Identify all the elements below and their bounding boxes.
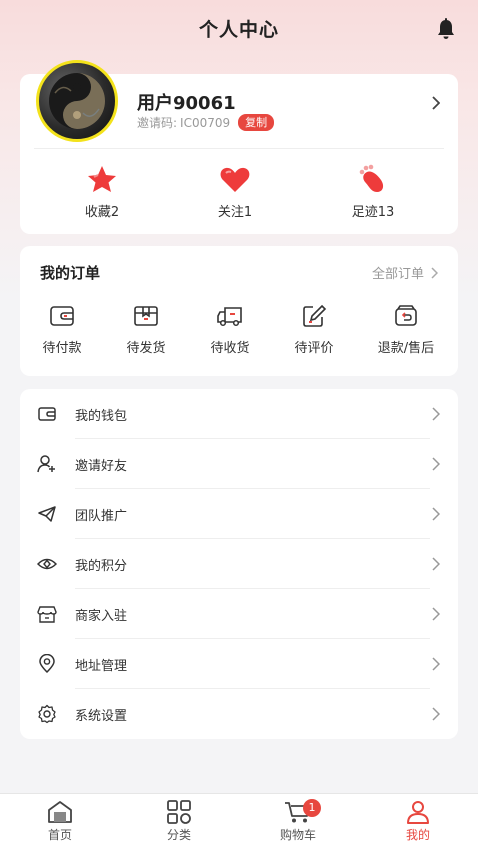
menu-label: 邀请好友 — [75, 459, 128, 474]
order-label: 待评价 — [294, 341, 334, 356]
menu-label: 我的积分 — [75, 559, 128, 574]
location-icon — [39, 654, 55, 674]
order-label: 待发货 — [126, 341, 166, 356]
refund-icon — [395, 305, 417, 326]
stat-follows[interactable]: 关注1 — [175, 164, 295, 220]
chevron-right-icon[interactable] — [432, 96, 440, 110]
order-label: 待收货 — [210, 341, 250, 356]
menu-item-settings[interactable]: 系统设置 — [20, 689, 458, 739]
chevron-right-icon — [432, 507, 440, 521]
menu-label: 地址管理 — [75, 659, 128, 674]
bottom-tab-bar: 首页 分类 1 购物车 我的 — [0, 793, 478, 851]
order-pending-review[interactable]: 待评价 — [274, 304, 354, 356]
orders-card: 我的订单 全部订单 待付款 待发货 待收货 待评价 退款/售后 — [20, 246, 458, 376]
stat-label: 足迹13 — [351, 205, 395, 220]
invite-label: 邀请码: — [137, 116, 178, 130]
page-header: 个人中心 — [0, 0, 478, 56]
add-user-icon — [37, 455, 55, 473]
copy-button[interactable]: 复制 — [238, 114, 275, 131]
order-label: 退款/售后 — [377, 341, 435, 356]
profile-divider — [34, 148, 444, 149]
bell-icon[interactable] — [436, 18, 456, 40]
tab-label: 购物车 — [279, 828, 316, 842]
menu-item-points[interactable]: 我的积分 — [20, 539, 458, 589]
menu-item-invite[interactable]: 邀请好友 — [20, 439, 458, 489]
menu-item-team[interactable]: 团队推广 — [20, 489, 458, 539]
stat-label: 收藏2 — [84, 205, 120, 220]
menu-label: 我的钱包 — [75, 409, 128, 424]
store-icon — [37, 606, 57, 623]
stat-footprints[interactable]: 足迹13 — [313, 164, 433, 220]
stat-label: 关注1 — [217, 205, 253, 220]
tab-category[interactable]: 分类 — [139, 800, 219, 843]
tab-label: 分类 — [166, 828, 191, 842]
wallet-icon — [38, 407, 56, 421]
menu-card: 我的钱包 邀请好友 团队推广 我的积分 商家入驻 地址管理 系统设置 — [20, 389, 458, 739]
menu-item-merchant[interactable]: 商家入驻 — [20, 589, 458, 639]
stat-favorites[interactable]: 收藏2 — [42, 164, 162, 220]
menu-label: 系统设置 — [75, 709, 128, 724]
eye-diamond-icon — [37, 558, 57, 570]
star-icon — [88, 166, 116, 192]
order-pending-payment[interactable]: 待付款 — [22, 304, 102, 356]
username: 用户90061 — [137, 93, 236, 114]
chevron-right-icon — [432, 457, 440, 471]
menu-item-wallet[interactable]: 我的钱包 — [20, 389, 458, 439]
page-title: 个人中心 — [198, 18, 279, 41]
menu-label: 团队推广 — [75, 509, 128, 524]
chevron-right-icon — [432, 407, 440, 421]
tab-mine[interactable]: 我的 — [378, 800, 458, 843]
order-refund[interactable]: 退款/售后 — [366, 304, 446, 356]
tab-label: 首页 — [47, 828, 72, 842]
grid-icon — [167, 800, 191, 824]
chevron-right-icon — [432, 707, 440, 721]
menu-label: 商家入驻 — [75, 609, 128, 624]
pen-icon — [303, 304, 327, 327]
avatar[interactable] — [36, 60, 118, 142]
home-icon — [48, 801, 72, 823]
invite-code: IC00709 — [180, 115, 231, 130]
paper-plane-icon — [38, 506, 56, 522]
tab-label: 我的 — [405, 828, 430, 842]
all-orders-label: 全部订单 — [371, 267, 424, 282]
yin-yang-image — [49, 73, 105, 129]
footprint-icon — [359, 164, 384, 192]
box-icon — [134, 306, 158, 326]
heart-icon — [220, 167, 250, 192]
cart-badge: 1 — [303, 799, 321, 817]
chevron-right-icon — [432, 557, 440, 571]
tab-cart[interactable]: 1 购物车 — [258, 799, 338, 843]
user-icon — [407, 801, 429, 824]
settings-icon — [38, 704, 56, 724]
all-orders-link[interactable]: 全部订单 — [372, 263, 438, 282]
order-pending-shipment[interactable]: 待发货 — [106, 304, 186, 356]
invite-row: 邀请码: IC00709 复制 — [137, 114, 275, 131]
wallet-icon — [50, 306, 74, 326]
menu-item-address[interactable]: 地址管理 — [20, 639, 458, 689]
chevron-right-icon — [432, 607, 440, 621]
chevron-right-icon — [431, 266, 438, 279]
tab-home[interactable]: 首页 — [20, 800, 100, 843]
profile-card: 用户90061 邀请码: IC00709 复制 收藏2 关注1 足迹13 — [20, 60, 458, 234]
truck-icon — [217, 307, 242, 327]
chevron-right-icon — [432, 657, 440, 671]
order-label: 待付款 — [42, 341, 82, 356]
orders-title: 我的订单 — [40, 264, 101, 282]
order-pending-receipt[interactable]: 待收货 — [190, 304, 270, 356]
